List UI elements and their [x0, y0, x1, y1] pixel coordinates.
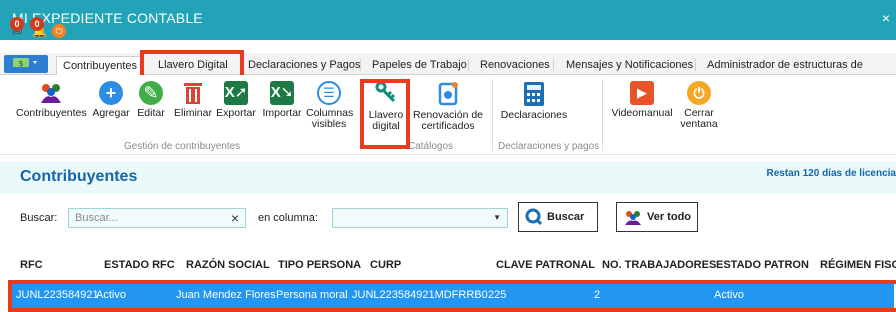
- certificate-icon: [438, 82, 458, 106]
- tab-declaraciones-pagos[interactable]: Declaraciones y Pagos: [242, 56, 367, 75]
- column-header-regimen-fiscal[interactable]: RÉGIMEN FISCA: [820, 259, 896, 271]
- svg-text:$: $: [18, 59, 23, 68]
- column-header-razon-social[interactable]: RAZÓN SOCIAL: [186, 259, 270, 271]
- search-input[interactable]: Buscar... ×: [68, 208, 246, 228]
- section-header: Contribuyentes Restan 120 días de licenc…: [0, 162, 896, 194]
- videomanual-label: Videomanual: [611, 107, 673, 119]
- eliminar-label: Eliminar: [174, 107, 212, 119]
- tab-separator: [553, 59, 554, 71]
- power-icon: ⏻: [687, 81, 711, 105]
- excel-import-icon: X➘: [270, 81, 294, 105]
- exportar-label: Exportar: [216, 107, 256, 119]
- mail-badge: 0: [10, 17, 24, 31]
- cell-razon-social[interactable]: Juan Mendez Flores: [176, 289, 276, 301]
- app-menu-button[interactable]: $: [4, 55, 48, 73]
- tab-separator: [695, 59, 696, 71]
- ver-todo-label: Ver todo: [647, 211, 692, 223]
- people-icon: [625, 211, 641, 225]
- pencil-icon: ✎: [139, 81, 163, 105]
- money-icon: $: [13, 58, 37, 68]
- importar-label: Importar: [262, 107, 302, 119]
- tab-separator: [468, 59, 469, 71]
- tab-renovaciones[interactable]: Renovaciones: [474, 56, 556, 75]
- group-declaraciones-label: Declaraciones y pagos: [498, 141, 600, 152]
- bell-icon[interactable]: 🔔 0: [30, 17, 48, 38]
- highlight-llavero-button: [360, 79, 410, 149]
- column-header-clave-patronal[interactable]: CLAVE PATRONAL: [496, 259, 595, 271]
- editar-button[interactable]: ✎ Editar: [135, 81, 167, 119]
- column-header-rfc[interactable]: RFC: [20, 259, 43, 271]
- cell-estado-patron[interactable]: Activo: [714, 289, 744, 301]
- cerrar-ventana-button[interactable]: ⏻ Cerrar ventana: [676, 81, 722, 130]
- cerrar-label-2: ventana: [680, 118, 718, 130]
- renovacion-certificados-button[interactable]: Renovación de certificados: [410, 81, 486, 132]
- cell-curp[interactable]: JUNL223584921MDFRRB0: [352, 289, 488, 301]
- power-icon[interactable]: ⏻: [52, 24, 66, 38]
- exportar-button[interactable]: X➚ Exportar: [214, 81, 258, 119]
- title-bar: MI EXPEDIENTE CONTABLE × ✉ 0 🔔 0 ⏻: [0, 0, 896, 40]
- play-icon: ▶: [630, 81, 654, 105]
- search-icon: [525, 208, 543, 226]
- bell-badge: 0: [30, 17, 44, 31]
- eliminar-button[interactable]: Eliminar: [172, 81, 214, 119]
- mail-icon[interactable]: ✉ 0: [10, 17, 28, 38]
- column-header-tipo-persona[interactable]: TIPO PERSONA: [278, 259, 361, 271]
- declaraciones-button[interactable]: Declaraciones: [496, 81, 572, 121]
- search-label: Buscar:: [20, 212, 58, 224]
- columnas-visibles-button[interactable]: ☰ Columnas visibles: [306, 81, 353, 130]
- group-separator: [492, 79, 493, 151]
- ribbon-tabs: $ Contribuyentes Llavero Digital Declara…: [0, 53, 896, 89]
- agregar-button[interactable]: + Agregar: [90, 81, 132, 119]
- column-header-no-trabajadores[interactable]: NO. TRABAJADORES: [602, 259, 716, 271]
- ver-todo-button[interactable]: Ver todo: [616, 202, 698, 232]
- clear-icon[interactable]: ×: [231, 210, 239, 226]
- contribuyentes-label: Contribuyentes: [16, 107, 87, 119]
- buscar-button[interactable]: Buscar: [518, 202, 598, 232]
- agregar-label: Agregar: [92, 107, 130, 119]
- editar-label: Editar: [137, 107, 165, 119]
- columnas-label-2: visibles: [311, 118, 347, 130]
- chevron-down-icon: ▼: [493, 213, 501, 222]
- section-title: Contribuyentes: [20, 168, 138, 185]
- renovacion-label-2: certificados: [421, 120, 475, 132]
- column-label: en columna:: [258, 212, 318, 224]
- group-catalogos-label: Catálogos: [408, 141, 454, 152]
- group-gestion-label: Gestión de contribuyentes: [124, 141, 241, 152]
- column-header-curp[interactable]: CURP: [370, 259, 401, 271]
- license-note: Restan 120 días de licencia: [766, 168, 896, 179]
- tab-contribuyentes[interactable]: Contribuyentes: [56, 56, 144, 75]
- tab-mensajes-notificaciones[interactable]: Mensajes y Notificaciones: [560, 56, 699, 75]
- importar-button[interactable]: X➘ Importar: [259, 81, 305, 119]
- column-header-estado-patron[interactable]: ESTADO PATRON: [716, 259, 809, 271]
- calculator-icon: [524, 82, 544, 106]
- cell-estado-rfc[interactable]: Activo: [96, 289, 126, 301]
- close-window-icon[interactable]: ×: [882, 10, 890, 26]
- search-placeholder: Buscar...: [75, 212, 118, 224]
- excel-export-icon: X➚: [224, 81, 248, 105]
- contribuyentes-button[interactable]: Contribuyentes: [16, 81, 87, 119]
- plus-icon: +: [99, 81, 123, 105]
- trash-icon: [184, 83, 202, 104]
- ribbon: Contribuyentes + Agregar ✎ Editar Elimin…: [0, 75, 896, 155]
- cell-rfc[interactable]: JUNL223584921: [16, 289, 99, 301]
- videomanual-button[interactable]: ▶ Videomanual: [610, 81, 674, 119]
- tab-papeles-trabajo[interactable]: Papeles de Trabajo: [366, 56, 473, 75]
- column-header-estado-rfc[interactable]: ESTADO RFC: [104, 259, 175, 271]
- declaraciones-label: Declaraciones: [500, 109, 568, 121]
- column-select[interactable]: ▼: [332, 208, 508, 228]
- cell-tipo-persona[interactable]: Persona moral: [276, 289, 348, 301]
- cell-clave-patronal[interactable]: 225: [488, 289, 506, 301]
- group-separator: [602, 79, 603, 151]
- list-icon: ☰: [317, 81, 341, 105]
- buscar-label: Buscar: [547, 211, 585, 223]
- cell-no-trabajadores[interactable]: 2: [594, 289, 600, 301]
- people-icon: [41, 84, 61, 103]
- tab-administrador-estructuras[interactable]: Administrador de estructuras de trabajo: [701, 56, 896, 89]
- tab-separator: [360, 59, 361, 71]
- notification-icons: ✉ 0 🔔 0 ⏻: [10, 17, 66, 38]
